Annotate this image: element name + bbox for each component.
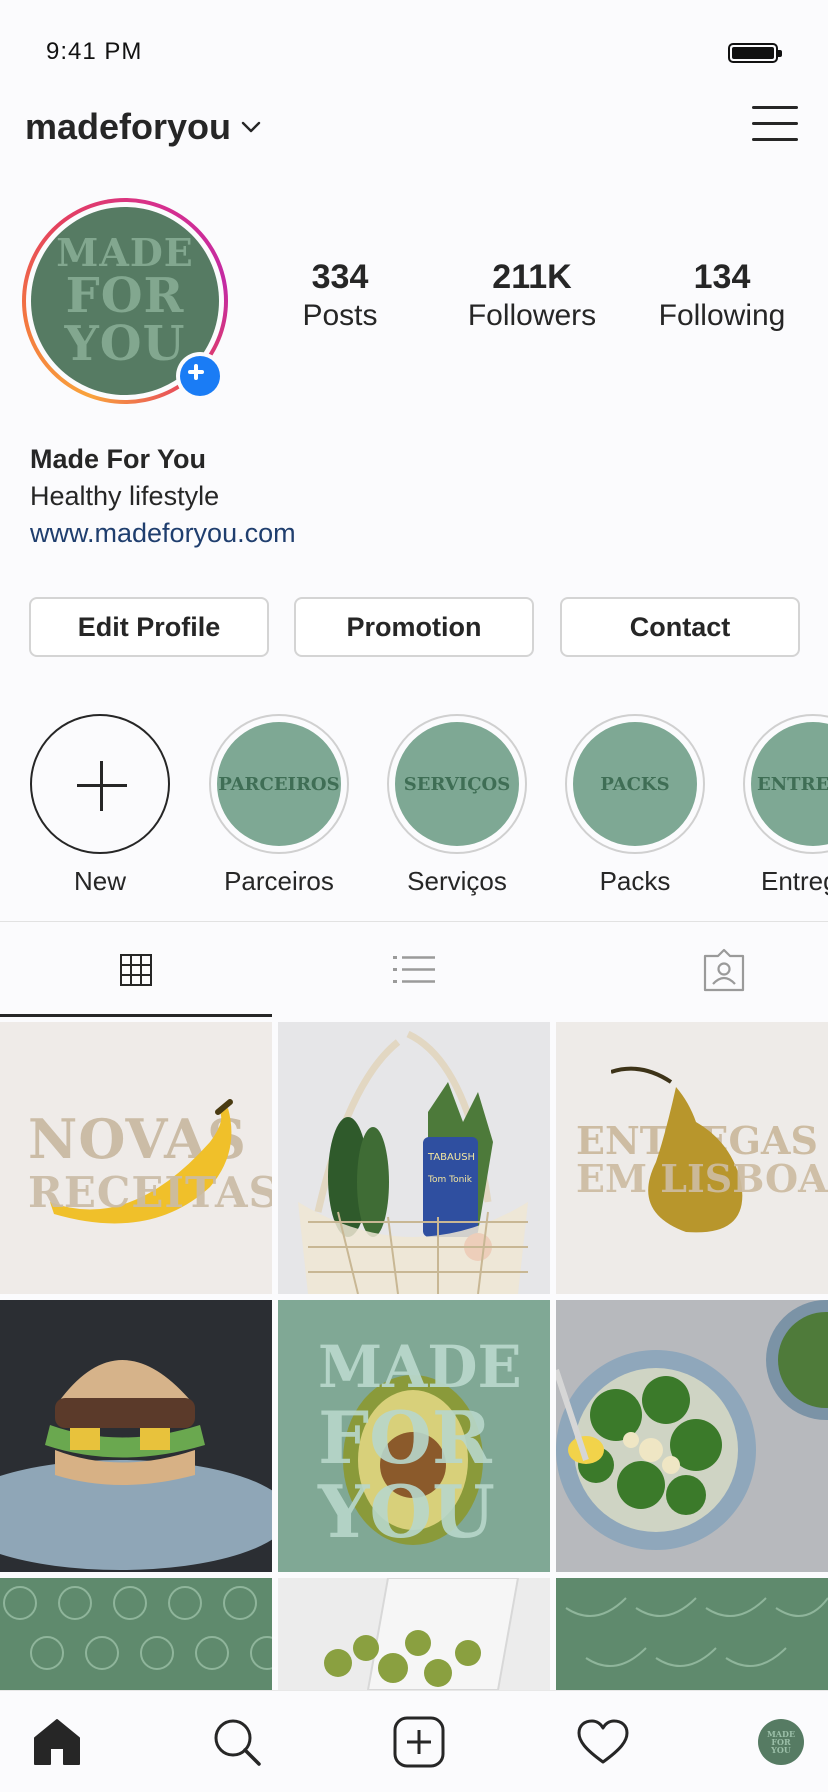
stat-label: Posts <box>302 299 378 332</box>
profile-website-link[interactable]: www.madeforyou.com <box>30 518 296 549</box>
edit-profile-button[interactable]: Edit Profile <box>29 597 269 657</box>
salad-image <box>556 1300 828 1550</box>
grid-icon <box>120 954 152 986</box>
post-tile[interactable] <box>278 1578 550 1690</box>
nav-profile[interactable]: MADE FOR YOU <box>754 1715 808 1769</box>
post-caption-text: RECEITAS <box>28 1168 272 1217</box>
highlight-label: Serviços <box>407 866 507 896</box>
post-tile[interactable] <box>0 1300 272 1572</box>
stat-value: 211K <box>492 258 572 296</box>
list-icon <box>393 956 435 983</box>
highlight-parceiros[interactable]: PARCEIROS Parceiros <box>209 714 349 897</box>
heart-icon <box>577 1719 629 1764</box>
highlight-cover: PARCEIROS <box>217 722 341 846</box>
add-highlight-icon <box>30 714 170 854</box>
apple-pattern-image <box>3 1586 272 1670</box>
post-caption-text: EM LISBOA <box>576 1156 828 1201</box>
nav-activity[interactable] <box>576 1715 630 1769</box>
post-tile[interactable]: TABAUSH Tom Tonik <box>278 1022 550 1294</box>
profile-header: madeforyou <box>0 100 828 160</box>
avatar-word: YOU <box>64 316 186 372</box>
avatar-word: YOU <box>771 1745 791 1755</box>
jar-label-text: Tom Tonik <box>427 1175 473 1185</box>
jar-label-text: TABAUSH <box>427 1152 475 1163</box>
burger-image <box>0 1360 272 1570</box>
avatar-word: MADE <box>56 230 194 275</box>
highlight-label: New <box>73 866 126 896</box>
hamburger-menu-icon[interactable] <box>752 104 800 144</box>
profile-tabs <box>0 922 828 1018</box>
posts-grid: NOVAS RECEITAS TABAUSH Tom Tonik ENTREGA… <box>0 1022 828 1690</box>
tab-list[interactable] <box>350 922 478 1018</box>
contact-button[interactable]: Contact <box>560 597 800 657</box>
tab-grid[interactable] <box>72 922 200 1018</box>
post-tile[interactable]: MADE FOR YOU <box>278 1300 550 1572</box>
stat-value: 334 <box>311 258 369 296</box>
post-tile[interactable]: NOVAS RECEITAS <box>0 1022 272 1294</box>
highlight-label: Packs <box>599 866 671 896</box>
grocery-bag-image: TABAUSH Tom Tonik <box>298 1030 528 1294</box>
posts-count[interactable]: 334 Posts <box>255 258 425 333</box>
new-post-icon <box>393 1716 445 1768</box>
highlight-packs[interactable]: PACKS Packs <box>565 714 705 897</box>
story-highlights: New PARCEIROS Parceiros SERVIÇOS Serviço… <box>0 714 828 900</box>
active-tab-indicator <box>0 1014 272 1017</box>
search-icon <box>214 1719 261 1766</box>
highlight-entregas[interactable]: ENTREGAS Entregas <box>743 714 828 897</box>
stat-label: Following <box>658 299 786 332</box>
bottom-navigation: MADE FOR YOU <box>0 1690 828 1792</box>
highlight-label: Parceiros <box>224 866 334 896</box>
nav-new-post[interactable] <box>392 1715 446 1769</box>
post-tile[interactable] <box>0 1578 272 1690</box>
username-switcher[interactable]: madeforyou <box>25 106 231 148</box>
profile-avatar-small: MADE FOR YOU <box>758 1719 804 1765</box>
following-count[interactable]: 134 Following <box>637 258 807 333</box>
battery-icon <box>728 43 782 63</box>
highlight-cover: SERVIÇOS <box>395 722 519 846</box>
post-caption-text: MADE <box>318 1333 522 1401</box>
avatar-word: FOR <box>65 268 185 324</box>
nav-search[interactable] <box>210 1715 264 1769</box>
highlight-servicos[interactable]: SERVIÇOS Serviços <box>387 714 527 897</box>
profile-bio: Made For You Healthy lifestyle www.madef… <box>30 444 296 549</box>
pear-image <box>611 1066 743 1233</box>
followers-count[interactable]: 211K Followers <box>447 258 617 333</box>
highlight-cover: PACKS <box>573 722 697 846</box>
post-tile[interactable]: ENTREGAS EM LISBOA <box>556 1022 828 1294</box>
highlight-cover: ENTREGAS <box>751 722 828 846</box>
status-time: 9:41 PM <box>46 38 143 65</box>
nav-home[interactable] <box>30 1715 84 1769</box>
status-bar: 9:41 PM <box>0 0 828 100</box>
profile-description: Healthy lifestyle <box>30 481 220 511</box>
chevron-down-icon[interactable] <box>240 116 262 138</box>
post-tile[interactable] <box>556 1300 828 1572</box>
tagged-icon <box>703 948 745 992</box>
tab-tagged[interactable] <box>660 922 788 1018</box>
add-story-icon[interactable] <box>176 352 224 400</box>
post-caption-text: FOR <box>318 1395 492 1480</box>
post-caption-text: YOU <box>318 1469 495 1554</box>
stat-value: 134 <box>693 258 751 296</box>
home-icon <box>34 1719 80 1765</box>
highlight-new[interactable]: New <box>30 714 170 897</box>
peas-image <box>324 1578 520 1690</box>
stat-label: Followers <box>467 299 597 332</box>
banana-pattern-image <box>565 1597 828 1667</box>
profile-name: Made For You <box>30 444 207 474</box>
post-tile[interactable] <box>556 1578 828 1690</box>
promotion-button[interactable]: Promotion <box>294 597 534 657</box>
highlight-label: Entregas <box>761 866 828 896</box>
